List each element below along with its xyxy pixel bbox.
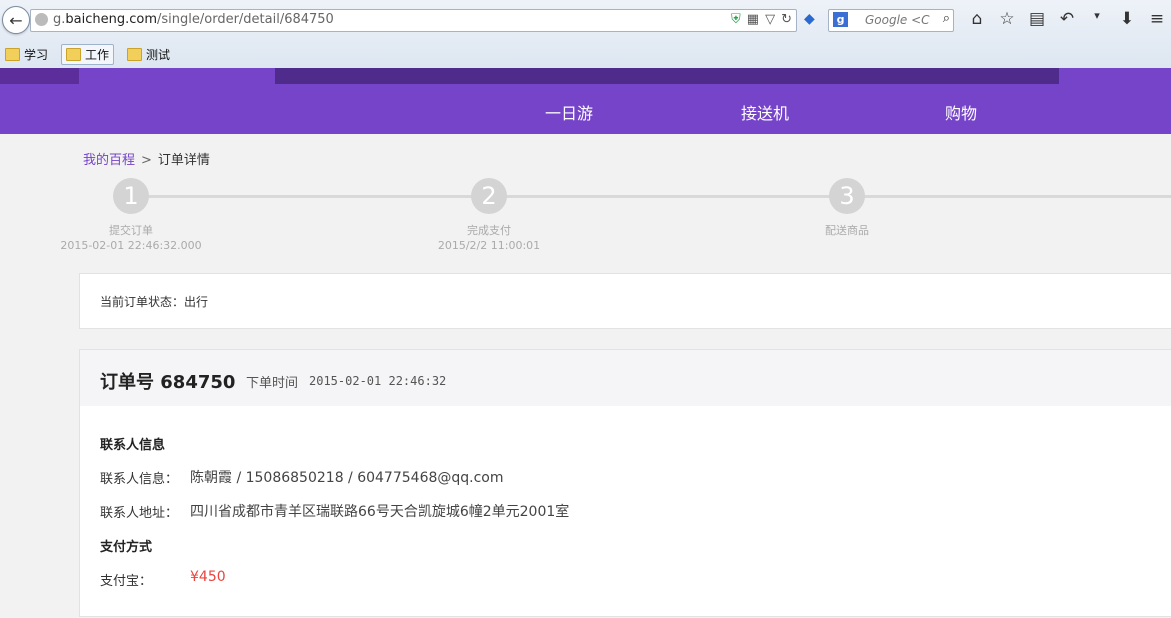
bookmark-item[interactable]: 学习 (0, 44, 53, 65)
reload-icon[interactable]: ↻ (781, 12, 792, 27)
browser-toolbar: ← g.baicheng.com/single/order/detail/684… (0, 0, 1171, 69)
order-number: 订单号 684750 (100, 372, 236, 393)
toolbar-icons: ⌂ ☆ ▤ ↶ ▾ ⬇ ≡ (962, 9, 1171, 29)
more-icon[interactable]: ≡ (1142, 9, 1171, 29)
back-icon[interactable]: ← (2, 6, 30, 34)
order-time-value: 2015-02-01 22:46:32 (309, 374, 447, 388)
order-detail-panel: 订单号 684750 下单时间 2015-02-01 22:46:32 联系人信… (79, 349, 1171, 617)
payment-label: 支付宝： (100, 574, 153, 589)
nav-item-day-tour[interactable]: 一日游 (545, 100, 593, 124)
top-nav-strip (0, 68, 1171, 84)
folder-icon (5, 48, 20, 61)
bookmark-item[interactable]: 测试 (122, 44, 175, 65)
order-header: 订单号 684750 下单时间 2015-02-01 22:46:32 (80, 350, 1171, 406)
qr-code-icon[interactable]: ▦ (747, 12, 759, 27)
step-1-circle: 1 (113, 178, 149, 214)
step-label: 提交订单 (109, 224, 153, 237)
step-label: 配送商品 (825, 224, 869, 237)
order-status-text: 当前订单状态：出行 (100, 295, 209, 309)
nav-item-transfer[interactable]: 接送机 (741, 100, 789, 124)
search-box[interactable]: g Google <C ⌕ (828, 9, 954, 32)
payment-amount: ¥450 (190, 569, 226, 585)
site-info-icon[interactable] (35, 13, 48, 26)
search-input[interactable]: Google <C (865, 13, 935, 27)
step-2-text: 完成支付 2015/2/2 11:00:01 (389, 223, 589, 253)
breadcrumb-separator: > (141, 153, 152, 168)
address-label: 联系人地址： (100, 506, 179, 521)
shield-icon[interactable]: ⛨ (731, 12, 741, 27)
reading-list-icon[interactable]: ▤ (1022, 9, 1052, 29)
main-nav: 一日游 接送机 购物 (0, 84, 1171, 134)
contact-label: 联系人信息： (100, 472, 179, 487)
undo-icon[interactable]: ↶ (1052, 9, 1082, 29)
bookmarks-bar: 学习 工作 测试 (0, 44, 175, 65)
menu-dropdown-icon[interactable]: ▾ (1082, 9, 1112, 29)
step-label: 完成支付 (467, 224, 511, 237)
nav-item-shopping[interactable]: 购物 (945, 100, 977, 124)
progress-line (131, 195, 1171, 198)
step-2-circle: 2 (471, 178, 507, 214)
search-engine-icon[interactable]: g (833, 12, 848, 27)
address-bar[interactable]: g.baicheng.com/single/order/detail/68475… (30, 9, 797, 32)
breadcrumb-home-link[interactable]: 我的百程 (83, 153, 135, 168)
breadcrumb: 我的百程 > 订单详情 (83, 149, 210, 168)
url-actions: ⛨ ▦ ▽ ↻ (731, 12, 792, 27)
step-3-circle: 3 (829, 178, 865, 214)
dropdown-icon[interactable]: ▽ (765, 12, 775, 27)
folder-icon (127, 48, 143, 61)
order-status-box: 当前订单状态：出行 (79, 273, 1171, 329)
order-time-label: 下单时间 (246, 376, 299, 391)
contact-section-title: 联系人信息 (100, 438, 166, 453)
step-time: 2015-02-01 22:46:32.000 (60, 239, 202, 252)
search-icon[interactable]: ⌕ (943, 11, 950, 26)
payment-section-title: 支付方式 (100, 540, 153, 555)
bookmark-item[interactable]: 工作 (61, 44, 115, 65)
step-3-text: 配送商品 (747, 223, 947, 238)
step-1-text: 提交订单 2015-02-01 22:46:32.000 (31, 223, 231, 253)
step-time: 2015/2/2 11:00:01 (437, 239, 541, 252)
download-icon[interactable]: ⬇ (1112, 9, 1142, 29)
contact-value: 陈朝霞 / 15086850218 / 604775468@qq.com (190, 470, 504, 486)
folder-icon (66, 48, 82, 61)
home-icon[interactable]: ⌂ (962, 9, 992, 29)
breadcrumb-current: 订单详情 (157, 153, 210, 168)
extension-icon[interactable]: ◆ (804, 11, 815, 27)
address-value: 四川省成都市青羊区瑞联路66号天合凯旋城6幢2单元2001室 (190, 504, 570, 520)
url-text[interactable]: g.baicheng.com/single/order/detail/68475… (53, 12, 334, 27)
bookmark-star-icon[interactable]: ☆ (992, 9, 1022, 29)
